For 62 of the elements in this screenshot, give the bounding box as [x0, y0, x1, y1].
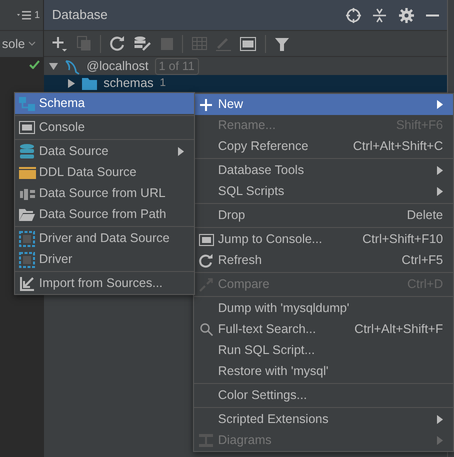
menu-item[interactable]: Dump with 'mysqldump': [194, 298, 453, 319]
refresh-icon[interactable]: [110, 36, 125, 51]
driver-icon: [19, 252, 35, 268]
shortcut-text: Delete: [406, 207, 443, 224]
schema-icon: [19, 96, 35, 110]
menu-item: Diagrams: [194, 430, 453, 451]
tree-row[interactable]: @localhost 1 of 11: [44, 58, 447, 75]
menu-item[interactable]: SQL Scripts: [194, 181, 453, 202]
menu-item[interactable]: Scripted Extensions: [194, 409, 453, 430]
menu-item[interactable]: Restore with 'mysql': [194, 361, 453, 382]
tree-label: schemas: [104, 76, 154, 91]
menu-item[interactable]: Data Source: [15, 141, 194, 162]
folder-icon: [82, 77, 98, 90]
menu-item[interactable]: Data Source from Path: [15, 204, 194, 225]
menu-item[interactable]: Console: [15, 117, 194, 138]
menu-item[interactable]: Drop Delete: [194, 205, 453, 226]
shortcut-text: Ctrl+Alt+Shift+C: [352, 138, 443, 156]
tab-count: 1: [34, 8, 40, 22]
shortcut-text: Ctrl+Alt+Shift+F: [353, 321, 443, 338]
menu-item[interactable]: Driver and Data Source: [15, 228, 194, 249]
menu-item[interactable]: Refresh Ctrl+F5: [194, 250, 453, 271]
ddl-icon: [18, 166, 36, 178]
menu-item[interactable]: Jump to Console... Ctrl+Shift+F10: [194, 229, 453, 250]
menu-item[interactable]: Driver: [15, 249, 194, 270]
menu-item[interactable]: Color Settings...: [194, 385, 453, 406]
shortcut-text: Ctrl+Shift+F10: [361, 231, 443, 248]
menu-item[interactable]: Data Source from URL: [15, 183, 194, 204]
menu-item[interactable]: New: [194, 94, 453, 115]
diagram-icon: [199, 434, 213, 447]
target-icon[interactable]: [346, 8, 360, 22]
database-settings-icon[interactable]: [134, 36, 152, 51]
shortcut-text: Ctrl+F5: [400, 252, 443, 270]
filter-icon[interactable]: [275, 36, 289, 50]
menu-item[interactable]: Schema: [15, 93, 194, 114]
refresh-icon: [199, 254, 213, 268]
menu-item[interactable]: Run SQL Script...: [194, 340, 453, 361]
settings-icon[interactable]: [398, 8, 414, 22]
list-icon[interactable]: [17, 10, 32, 20]
plus-icon: [200, 98, 212, 110]
menu-item[interactable]: Database Tools: [194, 160, 453, 181]
search-icon: [200, 323, 212, 336]
menu-item[interactable]: DDL Data Source: [15, 162, 194, 183]
database-icon: [20, 144, 34, 159]
console-icon[interactable]: [240, 36, 256, 50]
panel-title: Database: [52, 6, 108, 24]
tree-row[interactable]: schemas 1: [44, 75, 447, 92]
menu-item[interactable]: Import from Sources...: [15, 273, 194, 294]
menu-item[interactable]: Copy Reference Ctrl+Alt+Shift+C: [194, 136, 453, 157]
console-icon: [198, 234, 214, 246]
child-count: 1: [160, 76, 166, 91]
collapse-arrow-icon[interactable]: [49, 62, 58, 71]
add-icon[interactable]: [52, 36, 68, 52]
tree-label: @localhost: [86, 59, 149, 74]
menu-item[interactable]: Full-text Search... Ctrl+Alt+Shift+F: [194, 319, 453, 340]
driver-icon: [19, 230, 35, 246]
import-icon: [20, 276, 34, 290]
compare-icon: [199, 278, 213, 292]
folder-icon: [19, 208, 35, 221]
expand-arrow-icon[interactable]: [67, 79, 76, 88]
collapse-icon[interactable]: [373, 8, 386, 22]
console-icon: [19, 121, 35, 134]
chevron-down-icon[interactable]: [28, 41, 36, 47]
